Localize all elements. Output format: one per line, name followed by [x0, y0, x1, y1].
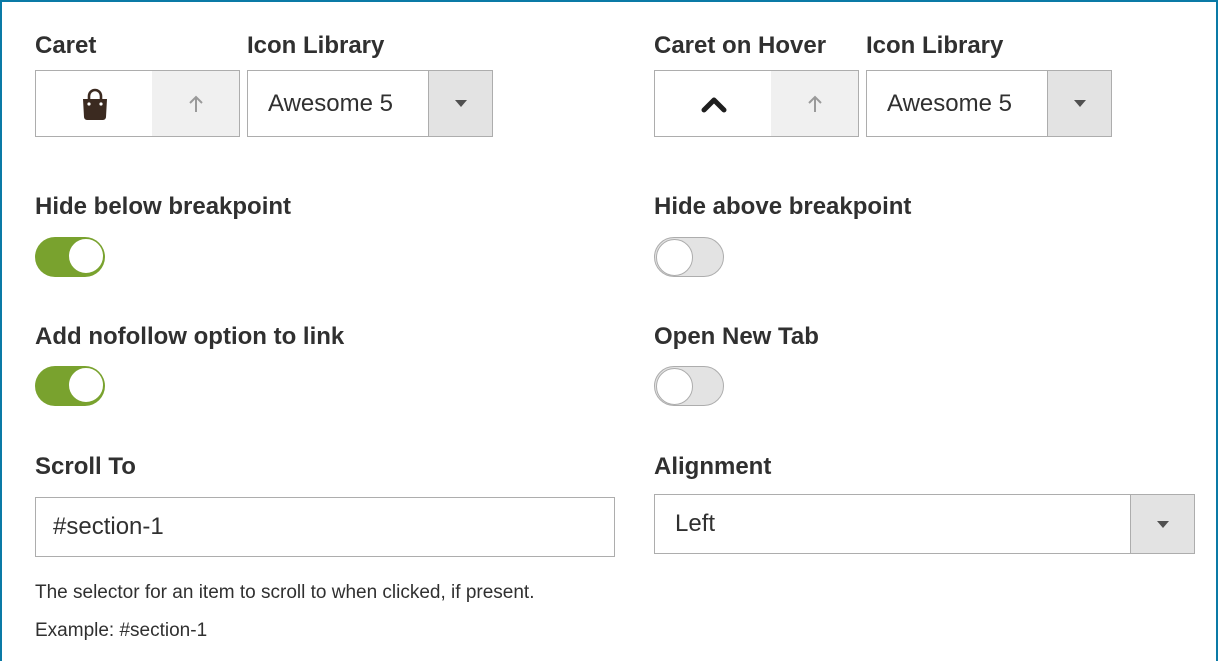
hide-above-label: Hide above breakpoint	[654, 193, 912, 220]
shopping-bag-icon	[82, 88, 107, 120]
hide-above-toggle[interactable]	[654, 237, 724, 277]
chevron-down-icon	[1156, 520, 1169, 528]
caret-hover-library-label: Icon Library	[866, 32, 1004, 59]
caret-hover-library-select[interactable]: Awesome 5	[866, 70, 1112, 137]
caret-library-label: Icon Library	[247, 32, 385, 59]
chevron-up-icon	[701, 97, 726, 112]
hide-below-toggle[interactable]	[35, 237, 105, 277]
scroll-to-help-text: The selector for an item to scroll to wh…	[35, 582, 535, 641]
scroll-to-input[interactable]: #section-1	[35, 497, 615, 557]
caret-hover-label: Caret on Hover	[654, 32, 827, 59]
caret-hover-icon-picker[interactable]	[654, 70, 859, 137]
caret-icon-picker[interactable]	[35, 70, 240, 137]
caret-upload-button[interactable]	[152, 71, 239, 136]
nofollow-label: Add nofollow option to link	[35, 323, 345, 350]
caret-icon-preview[interactable]	[36, 71, 154, 136]
caret-hover-library-dropdown-button[interactable]	[1047, 71, 1111, 136]
toggle-knob	[656, 239, 693, 276]
caret-library-value: Awesome 5	[268, 89, 393, 117]
hide-below-label: Hide below breakpoint	[35, 193, 292, 220]
scroll-to-value: #section-1	[53, 513, 164, 540]
open-new-tab-toggle[interactable]	[654, 366, 724, 406]
arrow-up-icon	[188, 95, 203, 112]
alignment-dropdown-button[interactable]	[1130, 495, 1194, 553]
toggle-knob	[656, 368, 693, 405]
caret-hover-icon-preview[interactable]	[655, 71, 773, 136]
caret-label: Caret	[35, 32, 97, 59]
alignment-select[interactable]: Left	[654, 494, 1195, 554]
nofollow-toggle[interactable]	[35, 366, 105, 406]
alignment-label: Alignment	[654, 453, 772, 480]
chevron-down-icon	[454, 100, 467, 107]
caret-hover-upload-button[interactable]	[771, 71, 858, 136]
caret-library-select[interactable]: Awesome 5	[247, 70, 493, 137]
alignment-value: Left	[675, 510, 716, 537]
caret-library-dropdown-button[interactable]	[428, 71, 492, 136]
arrow-up-icon	[807, 95, 822, 112]
caret-hover-library-value: Awesome 5	[887, 89, 1012, 117]
chevron-down-icon	[1073, 100, 1086, 107]
toggle-knob	[68, 367, 104, 403]
toggle-knob	[68, 238, 104, 274]
scroll-to-label: Scroll To	[35, 453, 136, 480]
open-new-tab-label: Open New Tab	[654, 323, 819, 350]
